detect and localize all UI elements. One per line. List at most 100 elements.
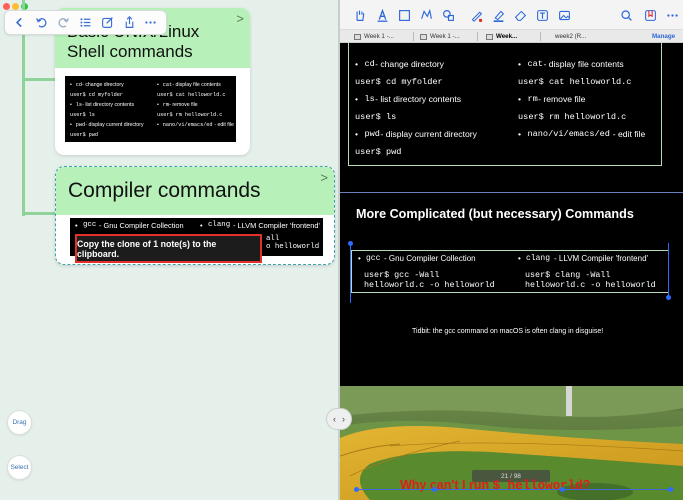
selection-bracket	[350, 243, 351, 303]
mind-map-toolbar	[4, 10, 167, 35]
tab-label: Week 1 -...	[364, 33, 394, 40]
tab-week-active[interactable]: Week...	[486, 31, 517, 42]
code-text: clang	[208, 221, 231, 229]
tab-label: Week 1 -...	[430, 33, 460, 40]
tab-week2[interactable]: week2 (R...	[555, 31, 586, 42]
code-text: user$ gcc -Wall	[364, 270, 440, 280]
bullet: •	[157, 122, 159, 128]
search-icon[interactable]	[620, 9, 633, 22]
tidbit-text: Tidbit: the gcc command on macOS is ofte…	[412, 328, 604, 335]
window-close-icon[interactable]	[3, 3, 10, 10]
bullet: •	[157, 82, 159, 88]
code-text: cat	[527, 59, 543, 69]
document-icon	[354, 33, 361, 40]
code-text: clang	[526, 254, 551, 263]
slide-text: - edit file	[612, 129, 646, 139]
code-text: user$ cd myfolder	[70, 92, 123, 98]
code-text: helloworld.c -o helloworld	[525, 280, 656, 290]
chevron-right-icon[interactable]: >	[236, 11, 244, 26]
bullet: •	[518, 94, 522, 104]
clipboard-toast: Copy the clone of 1 note(s) to the clipb…	[75, 234, 262, 263]
code-text: rm	[162, 102, 169, 108]
tab-separator	[413, 32, 414, 41]
collapse-panes-button[interactable]: ‹ ›	[326, 408, 352, 430]
bookmark-icon[interactable]	[644, 9, 657, 22]
text-box-icon[interactable]	[536, 9, 549, 22]
pdf-toolbar	[340, 0, 683, 30]
bullet: •	[200, 221, 203, 230]
code-text: cd	[75, 82, 82, 88]
pdf-page-upper: • cd - change directory user$ cd myfolder •…	[340, 43, 683, 192]
slide-text: - list directory contents	[82, 102, 135, 108]
slide-text: - Gnu Compiler Collection	[99, 221, 184, 230]
eraser-icon[interactable]	[514, 9, 527, 22]
tab-week1-a[interactable]: Week 1 -...	[354, 31, 394, 42]
hand-tool-icon[interactable]	[353, 9, 366, 22]
code-text: user$ rm helloworld.c	[518, 111, 627, 122]
scrubber-handle[interactable]	[668, 487, 673, 492]
bullet: •	[355, 94, 359, 104]
more-icon[interactable]	[142, 14, 160, 32]
window-minimize-icon[interactable]	[12, 3, 19, 10]
slide-text: - display file contents	[543, 59, 624, 69]
image-icon[interactable]	[558, 9, 571, 22]
code-text: user$ pwd	[70, 132, 99, 138]
slide-text: - remove file	[169, 102, 198, 108]
slide-text: - LLVM Compiler 'frontend'	[233, 221, 320, 230]
bullet: •	[355, 129, 359, 139]
redo-icon[interactable]	[55, 14, 73, 32]
slide-text: - list directory contents	[375, 94, 462, 104]
chevron-right-icon[interactable]: >	[320, 170, 328, 185]
edit-note-icon[interactable]	[98, 14, 116, 32]
bullet: •	[358, 254, 361, 263]
lasso-icon[interactable]	[420, 8, 433, 22]
code-text: pwd	[75, 122, 86, 128]
code-text: rm	[527, 94, 538, 104]
more-icon[interactable]	[666, 9, 679, 22]
code-text: gcc	[366, 254, 381, 263]
text-tool-icon[interactable]	[376, 8, 389, 22]
scrubber-handle[interactable]	[354, 487, 359, 492]
code-text: user$ cd myfolder	[355, 76, 443, 87]
code-text: ls	[364, 94, 375, 104]
rect-select-icon[interactable]	[398, 9, 411, 22]
card-title: Compiler commands	[68, 179, 261, 202]
pdf-page-lower: More Complicated (but necessary) Command…	[340, 193, 683, 500]
pdf-viewer-pane[interactable]: Week 1 -... Week 1 -... Week... week2 (R…	[340, 0, 683, 500]
chevron-left-icon: ‹	[333, 414, 336, 424]
slide-thumbnail[interactable]: • cd - change directory user$ cd myfolder •…	[65, 76, 236, 142]
code-text: user$ clang -Wall	[525, 270, 611, 280]
document-tab-bar: Week 1 -... Week 1 -... Week... week2 (R…	[340, 30, 683, 43]
code-text: ls	[75, 102, 82, 108]
select-button[interactable]: Select	[7, 455, 32, 480]
highlighter-icon[interactable]	[492, 9, 505, 22]
bullet: •	[70, 82, 72, 88]
code-text: user$ pwd	[355, 146, 402, 157]
code-text: user$ cat helloworld.c	[157, 92, 226, 98]
manage-label: Manage	[652, 33, 676, 40]
tab-week1-b[interactable]: Week 1 -...	[420, 31, 460, 42]
manage-tabs-button[interactable]: Manage	[652, 31, 675, 42]
drag-button[interactable]: Drag	[7, 410, 32, 435]
slide-title: More Complicated (but necessary) Command…	[356, 207, 634, 221]
scrubber-handle[interactable]	[560, 487, 565, 492]
bullet: •	[518, 129, 522, 139]
code-text: nano/vi/emacs/ed	[162, 122, 213, 128]
code-text: user$ ls	[355, 111, 397, 122]
scrubber-handle[interactable]	[432, 487, 437, 492]
back-icon[interactable]	[11, 14, 29, 32]
bullet: •	[157, 102, 159, 108]
tab-label: Week...	[496, 33, 518, 40]
code-text: user$ ls	[70, 112, 95, 118]
mind-map-pane[interactable]: Basic UNIX/Linux Shell commands > •cd - …	[0, 0, 338, 500]
outline-list-icon[interactable]	[76, 14, 94, 32]
document-icon	[486, 33, 493, 40]
code-text: pwd	[364, 129, 380, 139]
connector-line	[22, 212, 56, 215]
shapes-icon[interactable]	[442, 9, 455, 22]
share-icon[interactable]	[120, 14, 138, 32]
scrubber-track[interactable]	[356, 489, 674, 490]
pen-icon[interactable]	[470, 9, 483, 22]
bullet: •	[355, 59, 359, 69]
undo-icon[interactable]	[33, 14, 51, 32]
